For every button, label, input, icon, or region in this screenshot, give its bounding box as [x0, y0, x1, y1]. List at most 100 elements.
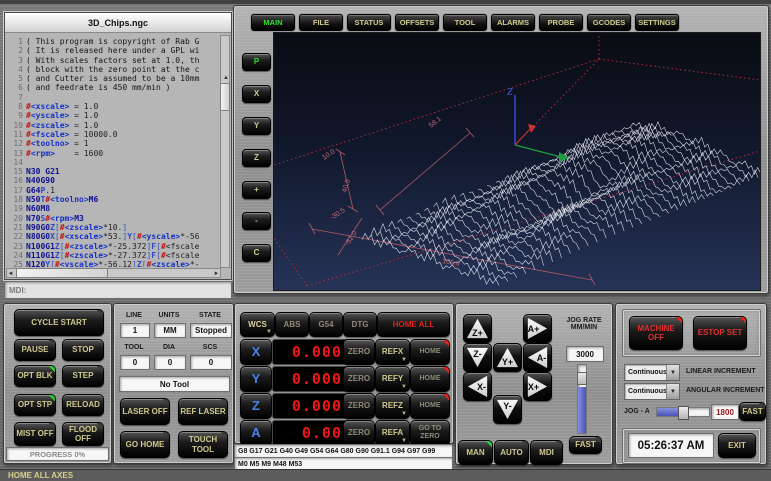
zero-y-button[interactable]: ZERO: [343, 366, 375, 392]
zero-z-button[interactable]: ZERO: [343, 393, 375, 419]
chevron-down-icon: ▼: [401, 411, 407, 418]
dro-header-g54[interactable]: G54: [309, 312, 343, 337]
axis-button-x[interactable]: X: [240, 339, 272, 365]
reload-button[interactable]: RELOAD: [62, 394, 104, 416]
mdi-input[interactable]: MDI:: [4, 281, 232, 299]
code-line: 4( block with the zero point at the c: [7, 65, 221, 74]
ref-z-button[interactable]: REFZ▼: [375, 393, 410, 419]
dro-value-y: 0.000: [272, 366, 349, 392]
axis-button-z[interactable]: Z: [240, 393, 272, 419]
code-line: 23N100G1Z[#<zscale>*-25.372]F[#<fscale: [7, 242, 221, 251]
tab-bar: MAINFILESTATUSOFFSETSTOOLALARMSPROBEGCOD…: [251, 14, 679, 31]
axis-tick-label: -52.0: [344, 230, 359, 247]
status-bar: HOME ALL AXES: [0, 469, 771, 481]
tab-settings[interactable]: SETTINGS: [635, 14, 679, 31]
tab-tool[interactable]: TOOL: [443, 14, 487, 31]
home-z-button[interactable]: HOME: [410, 393, 450, 419]
estop-set-button[interactable]: ESTOP SET: [693, 316, 747, 350]
code-line: 1( This program is copyright of Rab G: [7, 37, 221, 46]
machine-off-button[interactable]: MACHINE OFF: [629, 316, 683, 350]
view-button-z[interactable]: Z: [242, 149, 271, 167]
tab-offsets[interactable]: OFFSETS: [395, 14, 439, 31]
ref-x-button[interactable]: REFX▼: [375, 339, 410, 365]
jog-a-value[interactable]: 1800: [711, 404, 739, 420]
opt-blk-button[interactable]: OPT BLK: [14, 365, 56, 387]
mode-mdi-button[interactable]: MDI: [530, 440, 563, 465]
scs-value: 0: [190, 355, 232, 370]
axis-button-y[interactable]: Y: [240, 366, 272, 392]
ref-y-button[interactable]: REFY▼: [375, 366, 410, 392]
tool-value: 0: [120, 355, 150, 370]
code-line: 14: [7, 158, 221, 167]
view-button-+[interactable]: +: [242, 181, 271, 199]
mode-man-button[interactable]: MAN: [458, 440, 493, 465]
view-button-p[interactable]: P: [242, 53, 271, 71]
dro-header-home-all[interactable]: HOME ALL: [377, 312, 450, 337]
stop-button[interactable]: STOP: [62, 339, 104, 361]
opt-stp-button[interactable]: OPT STP: [14, 394, 56, 416]
home-y-button[interactable]: HOME: [410, 366, 450, 392]
code-line: 10#<zscale> = 1.0: [7, 121, 221, 130]
chevron-down-icon[interactable]: ▼: [666, 365, 679, 380]
view-button-x[interactable]: X: [242, 85, 271, 103]
mode-auto-button[interactable]: AUTO: [494, 440, 529, 465]
code-line: 18N50T#<toolno>M6: [7, 195, 221, 204]
scroll-right-icon[interactable]: ►: [212, 270, 221, 278]
led-indicator: [161, 399, 169, 407]
dro-value-x: 0.000: [272, 339, 349, 365]
led-indicator: [441, 340, 449, 348]
tab-gcodes[interactable]: GCODES: [587, 14, 631, 31]
linear-increment-select[interactable]: Continuous ▼: [624, 364, 680, 381]
exit-button[interactable]: EXIT: [718, 433, 756, 458]
zero-a-button[interactable]: ZERO: [343, 420, 375, 446]
tab-alarms[interactable]: ALARMS: [491, 14, 535, 31]
zero-x-button[interactable]: ZERO: [343, 339, 375, 365]
led-indicator: [484, 441, 492, 449]
view-button--[interactable]: -: [242, 212, 271, 230]
axis-button-a[interactable]: A: [240, 420, 272, 446]
ref-a-button[interactable]: REFA▼: [375, 420, 410, 446]
code-hscroll-thumb[interactable]: [16, 268, 108, 278]
laser-off-button[interactable]: LASER OFF: [120, 398, 170, 425]
flood-off-button[interactable]: FLOOD OFF: [62, 422, 104, 446]
header-tool: TOOL: [120, 344, 148, 351]
axis-tick-labels: 10.040.5-30.5-52.0105.058.1: [321, 116, 460, 268]
code-line: 7: [7, 93, 221, 102]
go-to-zero-a-button[interactable]: GO TO ZERO: [410, 420, 450, 446]
pause-button[interactable]: PAUSE: [14, 339, 56, 361]
scroll-up-icon[interactable]: ▲: [222, 73, 230, 82]
view-button-y[interactable]: Y: [242, 117, 271, 135]
touch-tool-button[interactable]: TOUCH TOOL: [178, 431, 228, 458]
angular-increment-select[interactable]: Continuous ▼: [624, 383, 680, 400]
scroll-left-icon[interactable]: ◄: [6, 270, 15, 278]
view-button-c[interactable]: C: [242, 244, 271, 262]
chevron-down-icon[interactable]: ▼: [666, 384, 679, 399]
home-x-button[interactable]: HOME: [410, 339, 450, 365]
mist-off-button[interactable]: MIST OFF: [14, 422, 56, 446]
axis-tick-label: 105.0: [442, 258, 461, 268]
dro-header-abs[interactable]: ABS: [275, 312, 309, 337]
jog-a-label: JOG - A: [624, 408, 650, 415]
ref-laser-button[interactable]: REF LASER: [178, 398, 228, 425]
plot-area[interactable]: 10.040.5-30.5-52.0105.058.1 Z: [273, 32, 761, 291]
dro-header-dtg[interactable]: DTG: [343, 312, 377, 337]
code-vscroll-thumb[interactable]: [220, 83, 230, 111]
axis-tick-label: -30.5: [329, 207, 346, 222]
code-vscrollbar[interactable]: [220, 35, 230, 268]
tool-name-display: No Tool: [119, 376, 230, 392]
axis-tick-label: 10.0: [321, 148, 336, 161]
tab-status[interactable]: STATUS: [347, 14, 391, 31]
tab-file[interactable]: FILE: [299, 14, 343, 31]
jog-a-slider[interactable]: [656, 407, 710, 417]
led-indicator: [554, 441, 562, 449]
tab-probe[interactable]: PROBE: [539, 14, 583, 31]
jog-a-slider-handle[interactable]: [678, 406, 689, 420]
go-home-button[interactable]: GO HOME: [120, 431, 170, 458]
dro-header-wcs[interactable]: WCS▼: [240, 312, 275, 337]
code-lines[interactable]: 1( This program is copyright of Rab G2( …: [7, 37, 221, 267]
cycle-start-button[interactable]: CYCLE START: [14, 309, 104, 336]
step-button[interactable]: STEP: [62, 365, 104, 387]
led-indicator: [219, 399, 227, 407]
header-scs: SCS: [190, 344, 230, 351]
settings-fast-button[interactable]: FAST: [739, 402, 766, 421]
